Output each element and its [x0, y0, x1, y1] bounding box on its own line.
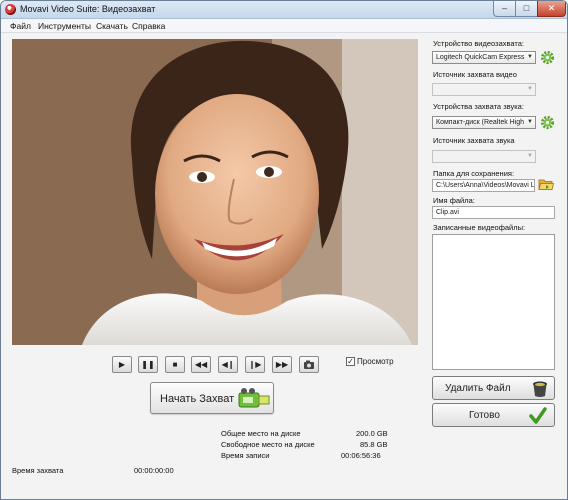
video-settings-gear-icon[interactable]: [540, 50, 555, 65]
done-button[interactable]: Готово: [432, 403, 555, 427]
capture-time-label: Время захвата: [12, 466, 64, 475]
file-name-value: Clip.avi: [436, 209, 459, 216]
stop-button[interactable]: ■: [165, 356, 185, 373]
step-back-button[interactable]: ◀❙: [218, 356, 238, 373]
video-device-value: Logitech QuickCam Express: [436, 54, 525, 61]
window-title: Movavi Video Suite: Видеозахват: [20, 4, 156, 14]
video-source-label: Источник захвата видео: [433, 70, 517, 79]
record-time-value: 00:06:56:36: [341, 451, 381, 460]
snapshot-button[interactable]: [299, 356, 319, 373]
app-window: Movavi Video Suite: Видеозахват – □ ✕ Фа…: [0, 0, 568, 500]
camera-snapshot-icon: [304, 360, 314, 369]
audio-settings-gear-icon[interactable]: [540, 115, 555, 130]
delete-file-label: Удалить Файл: [445, 383, 511, 394]
total-space-value: 200.0 GB: [356, 429, 388, 438]
video-device-label: Устройство видеозахвата:: [433, 39, 524, 48]
start-capture-button[interactable]: Начать Захват: [150, 382, 274, 414]
rewind-icon: ◀◀: [194, 360, 208, 369]
title-bar: Movavi Video Suite: Видеозахват – □ ✕: [1, 1, 567, 19]
delete-file-button[interactable]: Удалить Файл: [432, 376, 555, 400]
fast-forward-button[interactable]: ▶▶: [272, 356, 292, 373]
minimize-button[interactable]: –: [493, 1, 516, 17]
step-forward-button[interactable]: ❙▶: [245, 356, 265, 373]
play-button[interactable]: ▶: [112, 356, 132, 373]
save-folder-value: C:\Users\Anna\Videos\Movavi L: [436, 182, 535, 189]
webcam-frame-image: [12, 39, 418, 345]
step-forward-icon: ❙▶: [248, 360, 262, 369]
rewind-button[interactable]: ◀◀: [191, 356, 211, 373]
start-capture-label: Начать Захват: [160, 393, 235, 405]
file-name-label: Имя файла:: [433, 196, 475, 205]
audio-device-label: Устройства захвата звука:: [433, 102, 524, 111]
step-back-icon: ◀❙: [221, 360, 235, 369]
audio-device-value: Компакт-диск (Realtek High: [436, 119, 525, 126]
chevron-down-icon: ▼: [527, 119, 533, 125]
save-folder-field[interactable]: C:\Users\Anna\Videos\Movavi L: [432, 179, 535, 192]
chevron-down-icon: ▼: [527, 54, 533, 60]
maximize-button[interactable]: □: [515, 1, 538, 17]
video-preview: [12, 39, 418, 345]
fast-forward-icon: ▶▶: [275, 360, 289, 369]
total-space-label: Общее место на диске: [221, 429, 301, 438]
preview-checkbox[interactable]: ✓: [346, 357, 355, 366]
menu-download[interactable]: Скачать: [96, 21, 128, 31]
record-time-label: Время записи: [221, 451, 270, 460]
file-name-field[interactable]: Clip.avi: [432, 206, 555, 219]
chevron-down-icon: ▼: [527, 153, 533, 159]
checkmark-icon: [529, 407, 547, 424]
audio-source-label: Источник захвата звука: [433, 136, 515, 145]
video-source-select[interactable]: ▼: [432, 83, 536, 96]
free-space-value: 85.8 GB: [360, 440, 388, 449]
chevron-down-icon: ▼: [527, 86, 533, 92]
menu-bar: Файл Инструменты Скачать Справка: [1, 19, 567, 33]
pause-icon: ❚❚: [141, 360, 155, 369]
trash-bin-icon: [533, 381, 547, 397]
stop-icon: ■: [172, 360, 178, 369]
free-space-label: Свободное место на диске: [221, 440, 315, 449]
play-icon: ▶: [118, 360, 126, 369]
capture-time-value: 00:00:00:00: [134, 466, 174, 475]
video-camera-icon: [238, 388, 270, 408]
video-device-select[interactable]: Logitech QuickCam Express ▼: [432, 51, 536, 64]
menu-tools[interactable]: Инструменты: [38, 21, 91, 31]
menu-help[interactable]: Справка: [132, 21, 165, 31]
recorded-files-list[interactable]: [432, 234, 555, 370]
recorded-files-label: Записанные видеофайлы:: [433, 223, 526, 232]
menu-file[interactable]: Файл: [10, 21, 31, 31]
open-folder-icon[interactable]: [538, 178, 554, 191]
app-logo-icon: [5, 4, 16, 15]
preview-label: Просмотр: [357, 357, 394, 366]
close-button[interactable]: ✕: [537, 1, 566, 17]
audio-device-select[interactable]: Компакт-диск (Realtek High ▼: [432, 116, 536, 129]
done-label: Готово: [469, 410, 500, 421]
save-folder-label: Папка для сохранения:: [433, 169, 515, 178]
audio-source-select[interactable]: ▼: [432, 150, 536, 163]
pause-button[interactable]: ❚❚: [138, 356, 158, 373]
